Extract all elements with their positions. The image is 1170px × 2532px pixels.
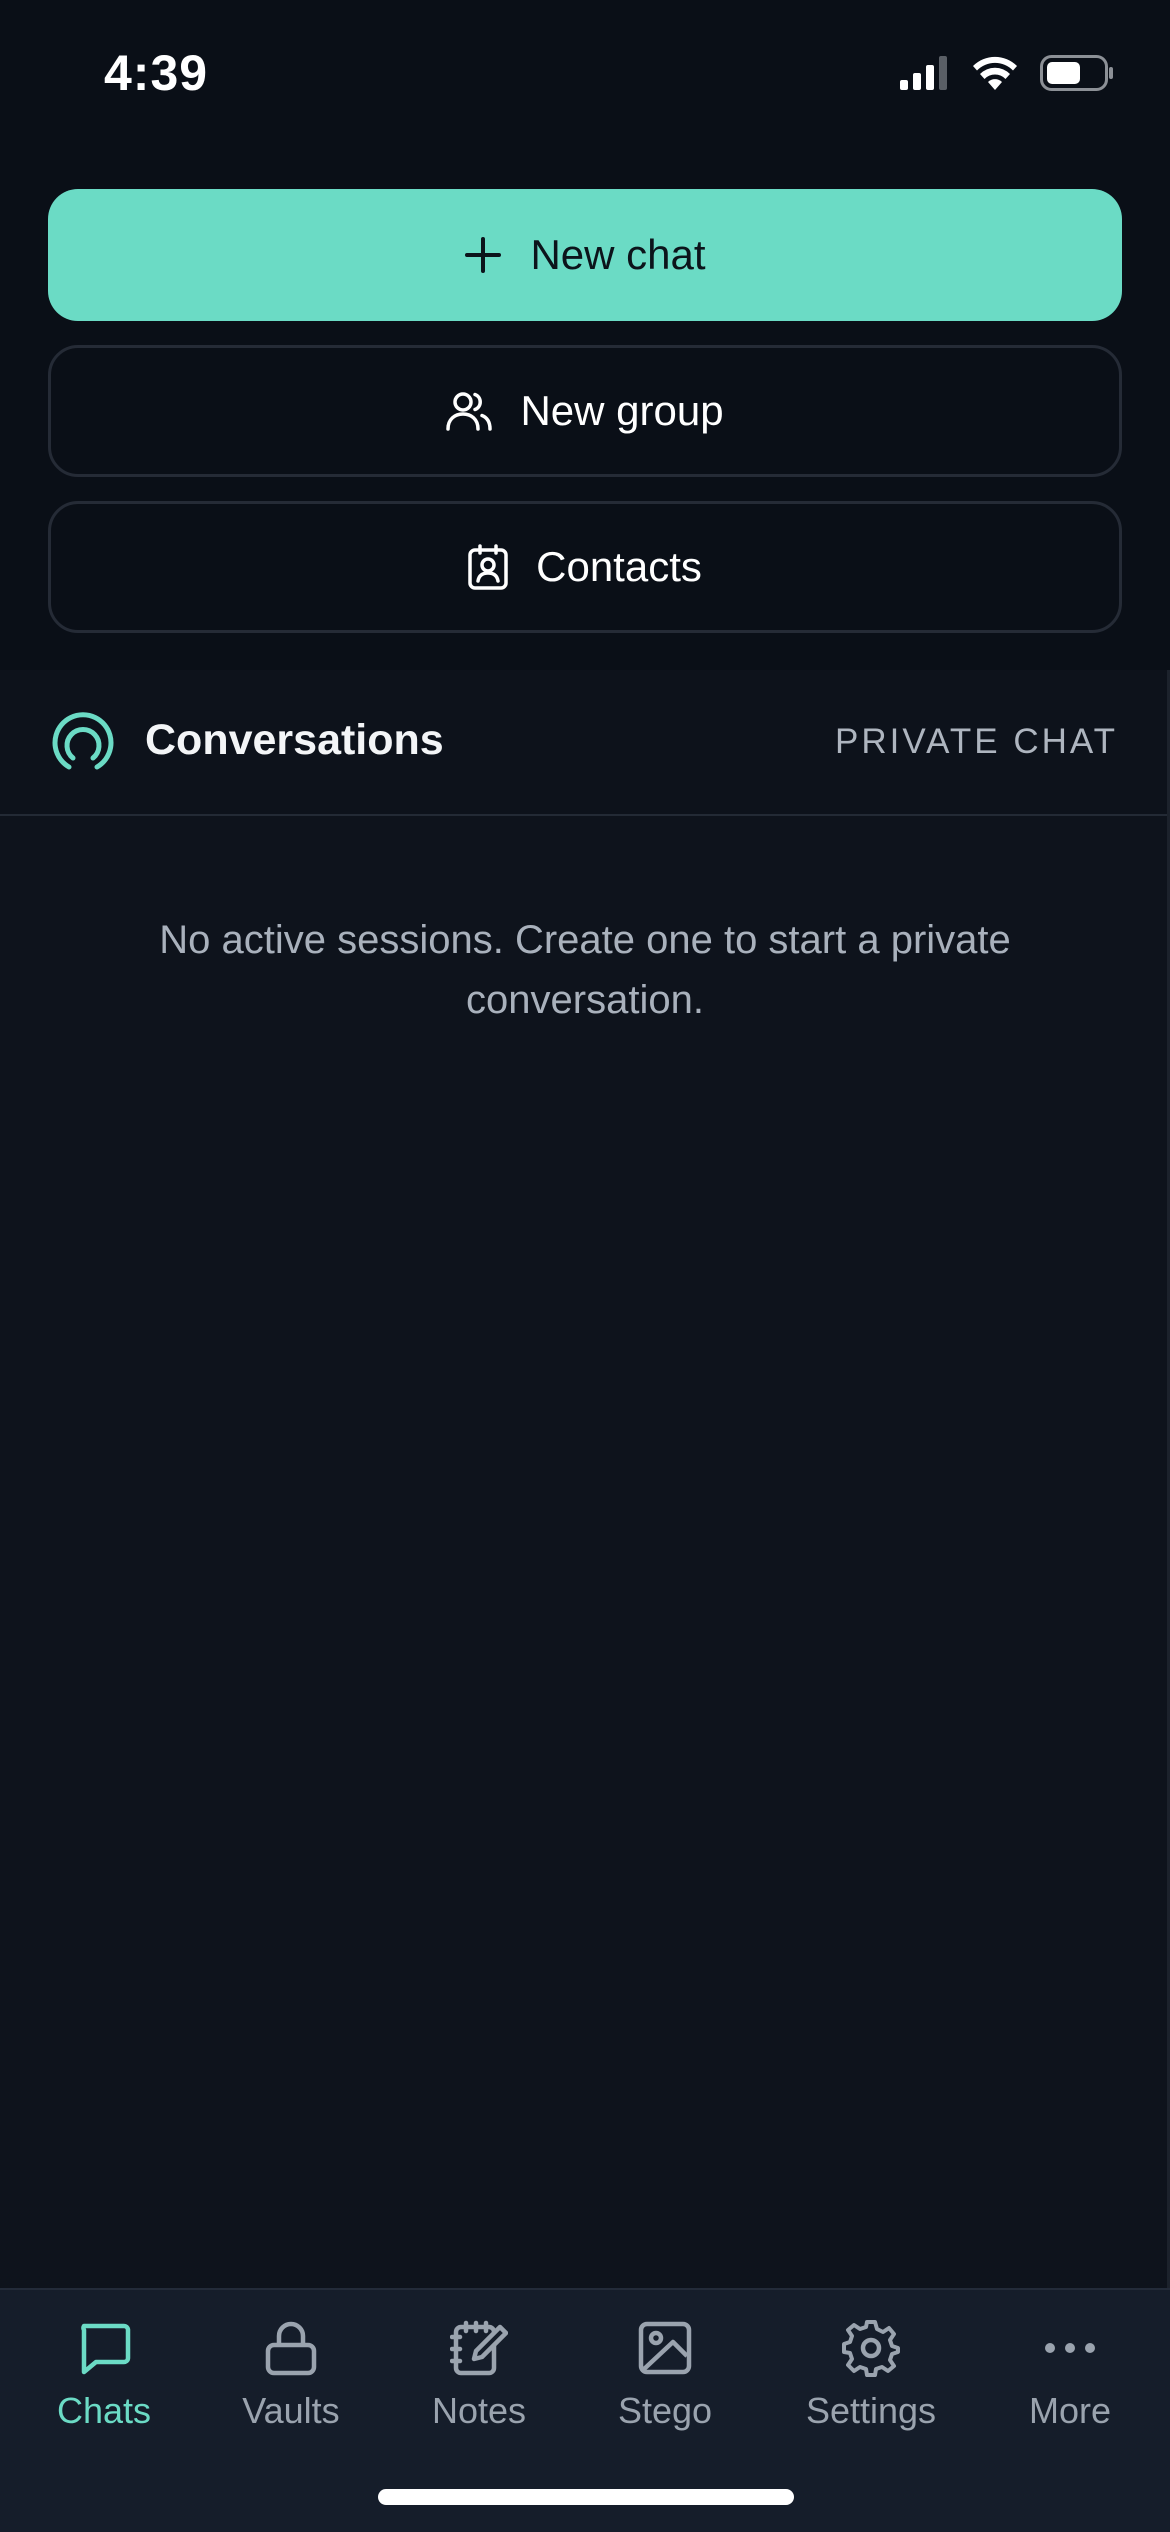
tab-notes[interactable]: Notes (416, 2290, 542, 2450)
status-time: 4:39 (104, 45, 209, 101)
contact-card-icon (468, 544, 508, 590)
battery-icon (1040, 54, 1114, 96)
tab-more[interactable]: More (1020, 2290, 1120, 2450)
wifi-icon (972, 55, 1018, 96)
empty-state-message: No active sessions. Create one to start … (159, 918, 1011, 1022)
contacts-label: Contacts (536, 543, 702, 590)
tab-notes-label: Notes (431, 2390, 527, 2431)
conversations-logo-icon (50, 710, 116, 781)
chat-bubble-icon (76, 2312, 132, 2384)
tab-chats-label: Chats (56, 2390, 152, 2431)
image-icon (637, 2312, 693, 2384)
app-screen: 4:39 New chat New group Contacts Convers… (0, 0, 1170, 2532)
new-group-label: New group (520, 387, 724, 434)
tab-settings-label: Settings (805, 2390, 937, 2431)
tab-settings[interactable]: Settings (796, 2290, 946, 2450)
new-group-button[interactable]: New group (48, 345, 1122, 477)
more-dots-icon (1042, 2312, 1098, 2384)
tab-chats[interactable]: Chats (38, 2290, 170, 2450)
tab-more-label: More (1028, 2390, 1112, 2431)
tab-stego-label: Stego (617, 2390, 713, 2431)
status-bar: 4:39 (0, 0, 1170, 150)
plus-icon (464, 236, 502, 274)
cellular-signal-icon (900, 55, 950, 95)
new-chat-button[interactable]: New chat (48, 189, 1122, 321)
private-chat-tag: PRIVATE CHAT (835, 722, 1118, 761)
lock-icon (263, 2312, 319, 2384)
status-icons (900, 52, 1114, 98)
users-icon (446, 390, 493, 432)
tab-stego[interactable]: Stego (604, 2290, 726, 2450)
gear-icon (842, 2312, 900, 2384)
tab-vaults-label: Vaults (242, 2390, 340, 2431)
home-indicator[interactable] (378, 2489, 794, 2505)
tab-vaults[interactable]: Vaults (226, 2290, 356, 2450)
conversations-header: Conversations PRIVATE CHAT (0, 670, 1170, 816)
contacts-button[interactable]: Contacts (48, 501, 1122, 633)
conversations-title: Conversations (145, 716, 444, 764)
notebook-edit-icon (450, 2312, 508, 2384)
new-chat-label: New chat (530, 231, 706, 278)
